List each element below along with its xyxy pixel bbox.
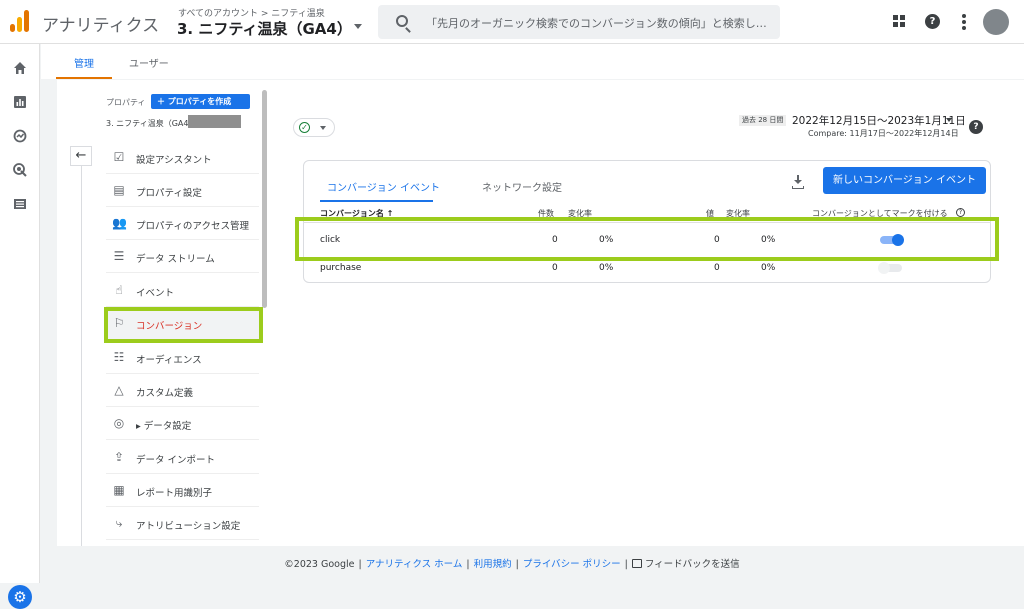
tab-indicator [320, 200, 433, 202]
sidebar-item-label: プロパティのアクセス管理 [136, 221, 249, 232]
sidebar-item-label: カスタム定義 [136, 388, 194, 399]
row-count: 0 [552, 263, 558, 273]
create-property-button[interactable]: ＋ プロパティを作成 [151, 94, 250, 109]
link-analytics-home[interactable]: アナリティクス ホーム [366, 559, 463, 570]
search-placeholder: 「先月のオーガニック検索でのコンバージョン数の傾向」と検索し… [426, 17, 766, 30]
row-value-change: 0% [761, 263, 776, 273]
sidebar-item-access-management[interactable]: 👥 プロパティのアクセス管理 [106, 207, 259, 240]
explore-icon[interactable] [13, 129, 27, 143]
people-icon: 👥 [112, 216, 127, 230]
avatar[interactable] [983, 9, 1009, 35]
footer: ©2023 Google | アナリティクス ホーム | 利用規約 | プライバシー ポリシ… [284, 559, 740, 570]
chevron-down-icon[interactable] [946, 118, 952, 122]
property-selector[interactable]: 3. ニフティ温泉（GA4） [177, 18, 352, 39]
attribution-icon: ⤷ [115, 516, 123, 530]
audience-icon: ☷ [113, 350, 125, 364]
sidebar-item-custom-definitions[interactable]: △ カスタム定義 [106, 374, 259, 407]
tab-network-settings[interactable]: ネットワーク設定 [482, 179, 562, 194]
help-icon[interactable]: ? [969, 120, 983, 134]
property-sub-name: 3. ニフティ温泉（GA4） [106, 119, 197, 128]
feedback-icon[interactable] [631, 559, 642, 568]
highlight-conversions-nav [104, 307, 263, 343]
list-icon[interactable] [13, 197, 27, 211]
reports-icon[interactable] [13, 95, 27, 109]
redacted-id [188, 115, 241, 128]
sidebar-item-label: データ ストリーム [136, 254, 215, 265]
id-icon: ▦ [113, 483, 125, 497]
sidebar-item-label: 設定アシスタント [136, 155, 212, 166]
touch-icon: ☝ [115, 283, 123, 297]
sidebar-item-data-streams[interactable]: ☰ データ ストリーム [106, 240, 259, 273]
sidebar-item-property-settings[interactable]: ▤ プロパティ設定 [106, 174, 259, 207]
chevron-down-icon [320, 126, 326, 130]
more-vert-icon[interactable] [962, 14, 966, 30]
tab-user[interactable]: ユーザー [129, 55, 169, 70]
status-dropdown[interactable]: ✓ [293, 118, 335, 137]
row-count-change: 0% [599, 263, 614, 273]
admin-gear-icon[interactable]: ⚙ [8, 585, 32, 609]
copyright: ©2023 Google [284, 559, 355, 570]
tab-admin[interactable]: 管理 [74, 55, 94, 70]
search-icon [396, 15, 408, 27]
upload-icon: ⇪ [113, 450, 125, 464]
top-bar: アナリティクス すべてのアカウント > ニフティ温泉 3. ニフティ温泉（GA4… [0, 0, 1024, 44]
apps-grid-icon[interactable] [893, 15, 905, 27]
help-icon[interactable]: ? [925, 14, 940, 29]
date-preset-badge: 過去 28 日間 [739, 115, 787, 126]
sidebar-item-reporting-identity[interactable]: ▦ レポート用識別子 [106, 474, 259, 507]
sidebar-item-setup-assistant[interactable]: ☑ 設定アシスタント [106, 141, 259, 174]
analytics-logo-icon[interactable] [10, 10, 32, 32]
back-arrow-icon[interactable]: ← [70, 146, 92, 166]
nav-divider [81, 166, 82, 546]
app-title: アナリティクス [42, 16, 160, 36]
stream-icon: ☰ [113, 249, 125, 263]
row-value: 0 [714, 263, 720, 273]
help-icon[interactable]: ? [956, 208, 965, 217]
sidebar-item-audiences[interactable]: ☷ オーディエンス [106, 341, 259, 374]
admin-tabs: 管理 ユーザー [41, 44, 1024, 79]
sidebar-item-attribution-settings[interactable]: ⤷ アトリビューション設定 [106, 507, 259, 540]
layout-icon: ▤ [113, 183, 125, 197]
tab-conversion-events[interactable]: コンバージョン イベント [327, 179, 440, 194]
search-input[interactable]: 「先月のオーガニック検索でのコンバージョン数の傾向」と検索し… [378, 5, 780, 39]
new-conversion-event-button[interactable]: 新しいコンバージョン イベント [823, 167, 986, 194]
shapes-icon: △ [114, 383, 124, 397]
left-rail: ⚙ [0, 44, 40, 609]
sidebar-item-label: レポート用識別子 [136, 488, 213, 499]
sidebar-item-label: アトリビューション設定 [136, 521, 241, 532]
mark-conversion-toggle[interactable] [878, 262, 904, 274]
row-name: purchase [320, 263, 362, 273]
download-icon[interactable] [792, 175, 804, 189]
link-privacy[interactable]: プライバシー ポリシー [523, 559, 621, 570]
link-terms[interactable]: 利用規約 [474, 559, 512, 570]
sidebar-item-label: ▸ データ設定 [136, 421, 192, 432]
sidebar-item-data-import[interactable]: ⇪ データ インポート [106, 441, 259, 474]
sidebar-item-label: プロパティ設定 [136, 188, 202, 199]
home-icon[interactable] [13, 61, 27, 75]
sidebar-item-label: オーディエンス [136, 355, 202, 366]
chevron-down-icon[interactable] [354, 24, 362, 29]
highlight-click-row [295, 217, 999, 261]
property-label: プロパティ [106, 98, 146, 107]
advertising-icon[interactable] [13, 163, 27, 177]
send-feedback-link[interactable]: フィードバックを送信 [645, 559, 740, 570]
checklist-icon: ☑ [113, 150, 125, 164]
tab-indicator [56, 77, 112, 79]
sidebar-item-data-settings[interactable]: ◎ ▸ データ設定 [106, 407, 259, 440]
check-circle-icon: ✓ [299, 122, 310, 133]
database-icon: ◎ [113, 416, 125, 430]
sidebar-scrollbar[interactable] [262, 90, 267, 308]
sidebar-item-label: データ インポート [136, 455, 216, 466]
sidebar-item-label: イベント [136, 288, 175, 299]
compare-range: Compare: 11月17日～2022年12月14日 [808, 129, 959, 138]
sidebar-item-events[interactable]: ☝ イベント [106, 274, 259, 307]
date-range-picker[interactable]: 2022年12月15日～2023年1月11日 [792, 113, 966, 128]
